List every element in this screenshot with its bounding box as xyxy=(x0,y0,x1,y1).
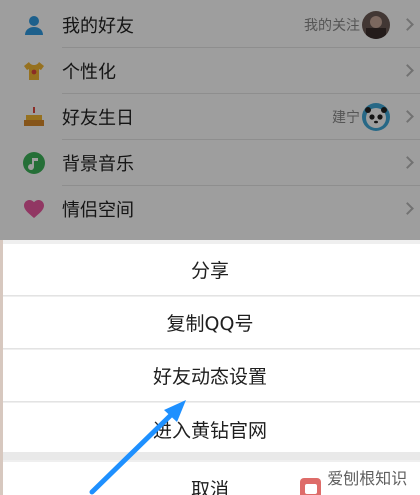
friend-feed-settings-button[interactable]: 好友动态设置 xyxy=(0,350,420,402)
yellow-diamond-site-button[interactable]: 进入黄钻官网 xyxy=(0,403,420,455)
divider xyxy=(0,452,420,460)
dim-overlay[interactable] xyxy=(0,0,420,240)
watermark: 爱刨根知识网 xyxy=(300,465,420,495)
watermark-text: 爱刨根知识网 xyxy=(327,469,408,495)
share-button[interactable]: 分享 xyxy=(0,244,420,296)
copy-qq-number-button[interactable]: 复制QQ号 xyxy=(0,297,420,349)
divider xyxy=(0,240,3,495)
watermark-logo-icon xyxy=(300,478,322,495)
action-sheet: 分享 复制QQ号 好友动态设置 进入黄钻官网 取消 xyxy=(0,240,420,495)
